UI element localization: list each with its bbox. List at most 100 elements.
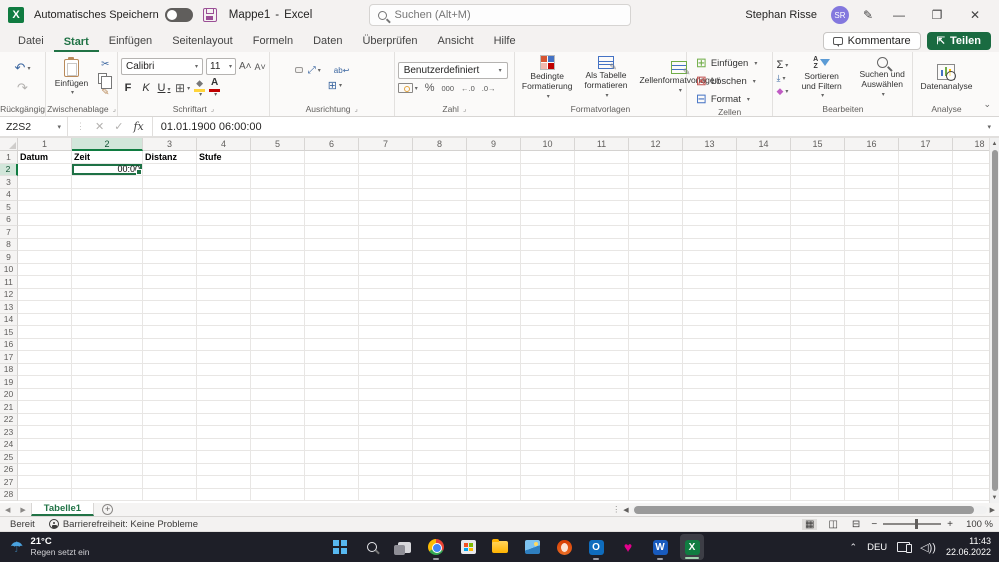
insert-cells-button[interactable]: ⊞ Einfügen <box>696 55 757 71</box>
grid-cell-r7c18[interactable] <box>953 226 989 239</box>
grid-cell-r9c1[interactable] <box>18 251 72 264</box>
fill-button[interactable]: ⤓ <box>776 73 785 84</box>
grid-cell-r19c6[interactable] <box>305 376 359 389</box>
grid-cell-r18c7[interactable] <box>359 363 413 376</box>
grid-cell-r18c1[interactable] <box>18 363 72 376</box>
grid-cell-r12c16[interactable] <box>845 288 899 301</box>
grid-cell-r3c10[interactable] <box>521 176 575 189</box>
currency-format-button[interactable] <box>397 83 418 93</box>
grid-cell-r28c7[interactable] <box>359 488 413 501</box>
vertical-scrollbar[interactable]: ▲ ▼ <box>989 138 999 503</box>
grid-cell-r15c5[interactable] <box>251 326 305 339</box>
grid-cell-r19c18[interactable] <box>953 376 989 389</box>
grid-cell-r20c4[interactable] <box>197 388 251 401</box>
grid-cell-r8c7[interactable] <box>359 238 413 251</box>
grid-cell-r22c6[interactable] <box>305 413 359 426</box>
grid-cell-r12c13[interactable] <box>683 288 737 301</box>
grid-cell-r3c12[interactable] <box>629 176 683 189</box>
row-header-12[interactable]: 12 <box>0 288 18 301</box>
row-header-8[interactable]: 8 <box>0 238 18 251</box>
grid-cell-r13c2[interactable] <box>72 301 143 314</box>
grid-cell-r10c12[interactable] <box>629 263 683 276</box>
align-top-button[interactable] <box>273 68 279 72</box>
grid-cell-r25c1[interactable] <box>18 451 72 464</box>
tab-einfuegen[interactable]: Einfügen <box>99 32 162 52</box>
grid-cell-r22c18[interactable] <box>953 414 989 426</box>
row-header-21[interactable]: 21 <box>0 401 18 414</box>
avatar[interactable]: SR <box>830 6 849 24</box>
grid-cell-r20c18[interactable] <box>953 389 989 401</box>
grid-cell-r7c15[interactable] <box>791 226 845 239</box>
grid-cell-r16c6[interactable] <box>305 338 359 351</box>
grid-cell-r15c16[interactable] <box>845 326 899 339</box>
orientation-button[interactable]: ⤢ <box>308 65 321 76</box>
grid-cell-r14c6[interactable] <box>305 313 359 326</box>
grid-cell-r7c14[interactable] <box>737 226 791 239</box>
grid-cell-r7c7[interactable] <box>359 226 413 239</box>
dialog-launcher-icon[interactable]: ⌟ <box>211 105 214 113</box>
grid-cell-r10c8[interactable] <box>413 263 467 276</box>
grid-cell-r25c14[interactable] <box>737 451 791 464</box>
tab-formeln[interactable]: Formeln <box>243 32 303 52</box>
row-header-23[interactable]: 23 <box>0 426 18 439</box>
grid-cell-r20c7[interactable] <box>359 388 413 401</box>
grid-cell-r15c9[interactable] <box>467 326 521 339</box>
grid-cell-r24c1[interactable] <box>18 438 72 451</box>
grid-cell-r12c3[interactable] <box>143 288 197 301</box>
grid-cell-r24c13[interactable] <box>683 438 737 451</box>
comments-button[interactable]: Kommentare <box>822 32 921 50</box>
grid-cell-r25c16[interactable] <box>845 451 899 464</box>
grid-cell-r11c6[interactable] <box>305 276 359 289</box>
row-header-28[interactable]: 28 <box>0 488 18 501</box>
grid-cell-r25c12[interactable] <box>629 451 683 464</box>
grid-cell-r6c3[interactable] <box>143 213 197 226</box>
grid-cell-r16c17[interactable] <box>899 338 953 351</box>
grid-cell-r22c14[interactable] <box>737 413 791 426</box>
grid-cell-r25c7[interactable] <box>359 451 413 464</box>
grid-cell-r25c18[interactable] <box>953 451 989 464</box>
grid-cell-r22c1[interactable] <box>18 413 72 426</box>
grid-cell-r2c3[interactable] <box>143 163 197 176</box>
sort-filter-button[interactable]: AZ Sortieren und Filtern <box>794 56 849 100</box>
grid-cell-r11c7[interactable] <box>359 276 413 289</box>
grid-cell-r26c13[interactable] <box>683 463 737 476</box>
row-header-2[interactable]: 2 <box>0 163 18 176</box>
grid-cell-r8c6[interactable] <box>305 238 359 251</box>
grid-cell-r5c1[interactable] <box>18 201 72 214</box>
grid-cell-r17c15[interactable] <box>791 351 845 364</box>
grid-cell-r2c4[interactable] <box>197 163 251 176</box>
grid-cell-r3c8[interactable] <box>413 176 467 189</box>
grid-cell-r28c6[interactable] <box>305 488 359 501</box>
grid-cell-r22c8[interactable] <box>413 413 467 426</box>
grid-cell-r24c3[interactable] <box>143 438 197 451</box>
grid-cell-r16c12[interactable] <box>629 338 683 351</box>
grid-cell-r26c6[interactable] <box>305 463 359 476</box>
grid-cell-r10c15[interactable] <box>791 263 845 276</box>
grid-cell-r12c11[interactable] <box>575 288 629 301</box>
grid-cell-r26c12[interactable] <box>629 463 683 476</box>
grid-cell-r1c1[interactable]: Datum <box>18 151 72 164</box>
grid-cell-r14c8[interactable] <box>413 313 467 326</box>
search-bar[interactable] <box>368 4 631 26</box>
grid-cell-r5c12[interactable] <box>629 201 683 214</box>
grid-cell-r26c5[interactable] <box>251 463 305 476</box>
dialog-launcher-icon[interactable]: ⌟ <box>355 105 358 113</box>
minimize-button[interactable]: — <box>887 8 911 22</box>
outlook-button[interactable]: O <box>584 534 608 560</box>
find-select-button[interactable]: Suchen und Auswählen <box>855 57 910 98</box>
grid-cell-r22c5[interactable] <box>251 413 305 426</box>
grid-cell-r4c16[interactable] <box>845 188 899 201</box>
grid-cell-r2c13[interactable] <box>683 163 737 176</box>
grid-cell-r20c1[interactable] <box>18 388 72 401</box>
grid-cell-r12c15[interactable] <box>791 288 845 301</box>
grid-cell-r23c1[interactable] <box>18 426 72 439</box>
grid-cell-r17c13[interactable] <box>683 351 737 364</box>
grid-cell-r10c2[interactable] <box>72 263 143 276</box>
grid-cell-r14c11[interactable] <box>575 313 629 326</box>
number-format-select[interactable]: Benutzerdefiniert ▾ <box>397 62 508 79</box>
grid-cell-r11c18[interactable] <box>953 276 989 289</box>
grid-cell-r20c16[interactable] <box>845 388 899 401</box>
grid-cell-r17c10[interactable] <box>521 351 575 364</box>
grid-cell-r6c8[interactable] <box>413 213 467 226</box>
grid-cell-r7c11[interactable] <box>575 226 629 239</box>
